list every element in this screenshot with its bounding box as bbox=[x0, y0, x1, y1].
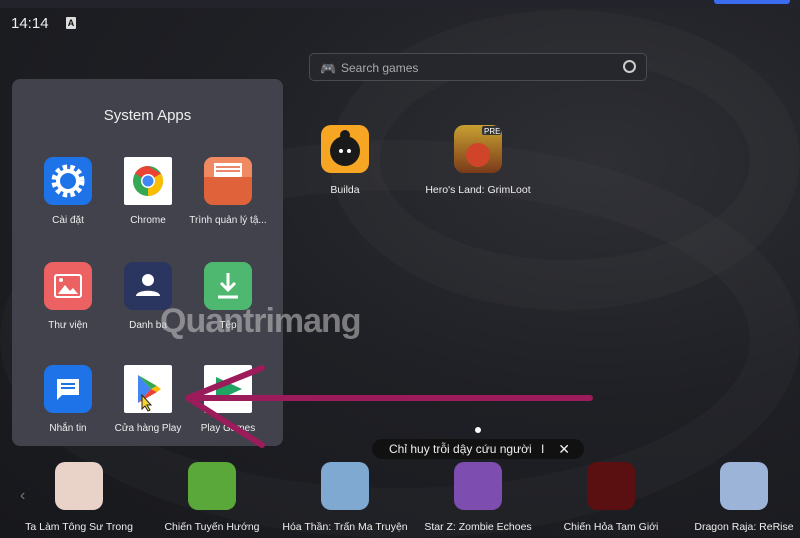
annotation-arrow bbox=[185, 365, 593, 448]
